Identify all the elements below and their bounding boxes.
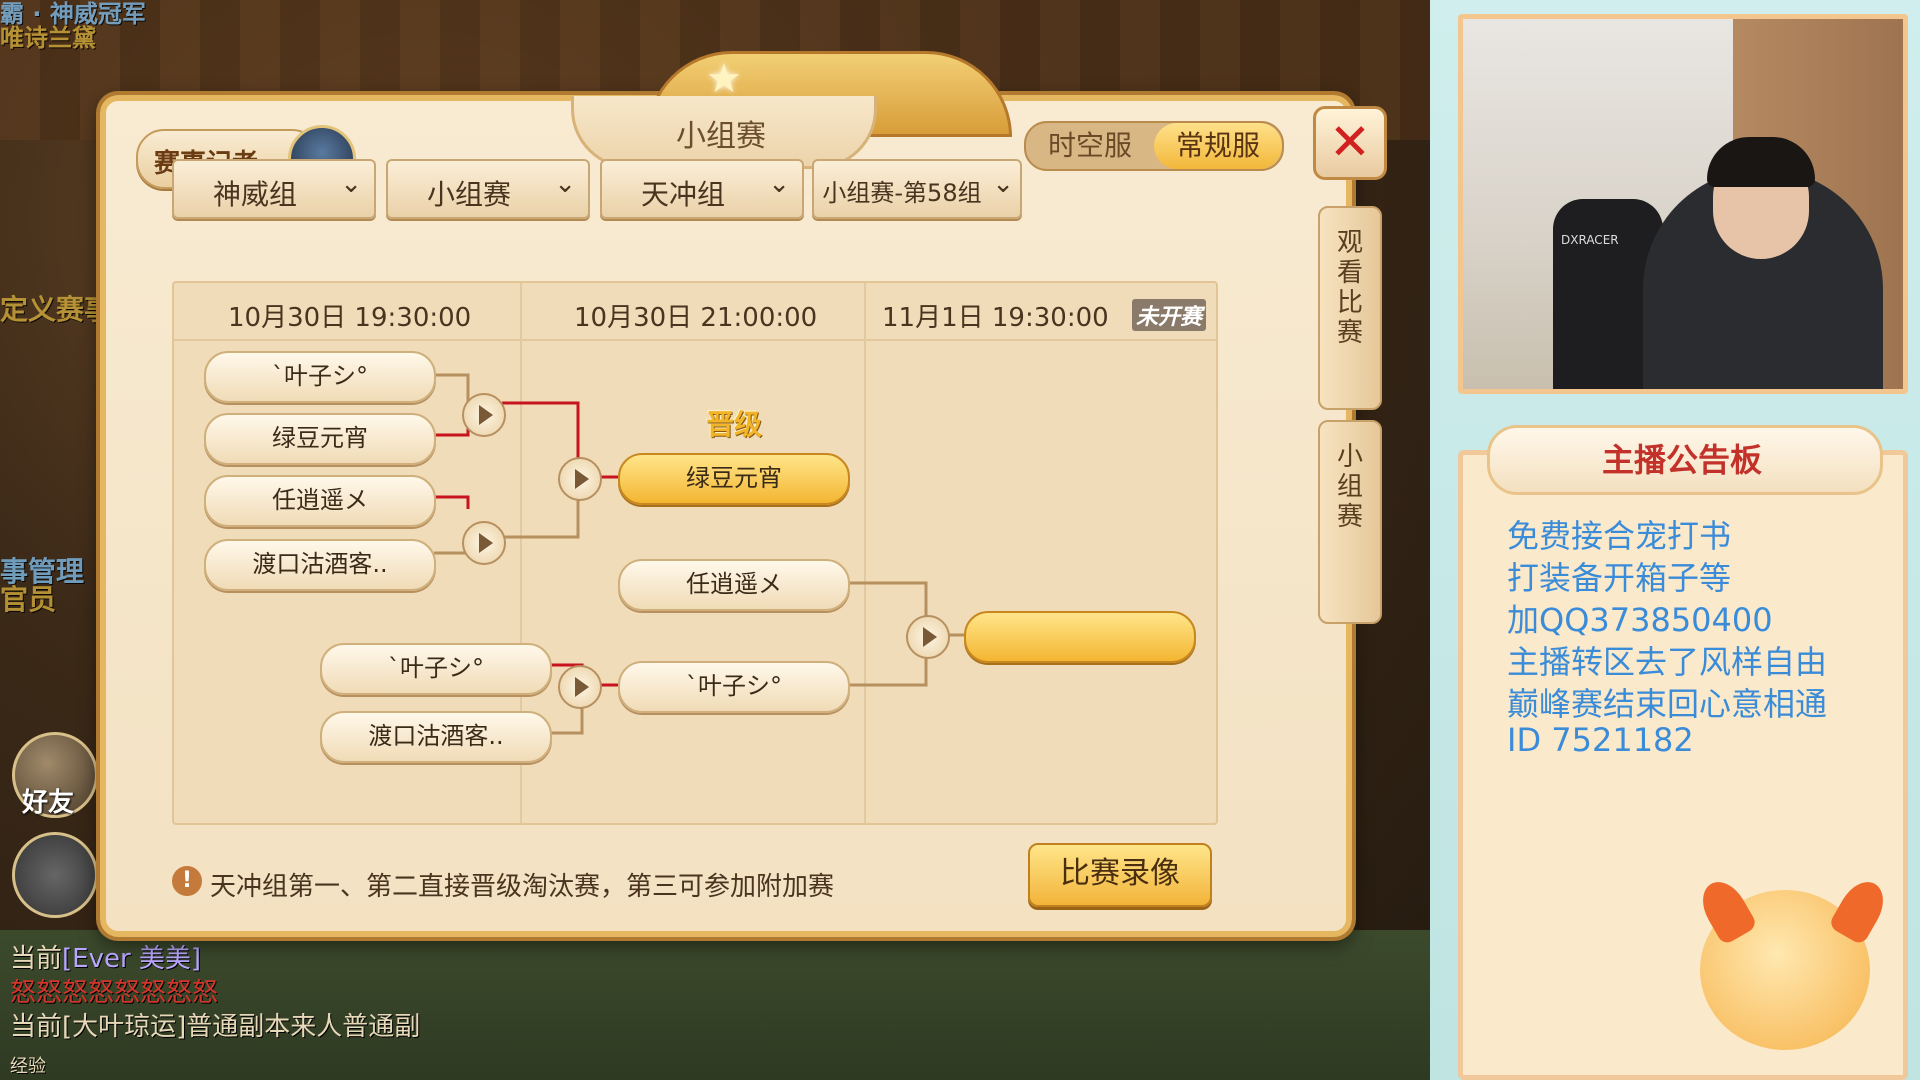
info-text: 天冲组第一、第二直接晋级淘汰赛，第三可参加附加赛: [210, 872, 835, 902]
server-option-regular[interactable]: 常规服: [1154, 123, 1282, 169]
bracket-dropdown[interactable]: 小组赛-第58组 ⌄: [812, 159, 1022, 219]
info-icon: !: [172, 866, 202, 896]
chevron-down-icon: ⌄: [992, 169, 1014, 199]
server-option-spacetime[interactable]: 时空服: [1026, 123, 1154, 169]
board-line: 主播转区去了风样自由: [1507, 643, 1828, 681]
team-slot-promoted[interactable]: 绿豆元宵: [618, 453, 850, 505]
bracket-dropdown-label: 小组赛-第58组: [822, 179, 982, 207]
team-slot[interactable]: 任逍遥メ: [204, 475, 436, 527]
server-toggle[interactable]: 时空服 常规服: [1024, 121, 1284, 171]
left-label-officer: 官员: [0, 583, 57, 616]
match-replay-button[interactable]: 比赛录像: [1028, 843, 1212, 907]
chevron-down-icon: ⌄: [554, 169, 576, 199]
play-replay-icon[interactable]: [558, 457, 602, 501]
team-slot[interactable]: 任逍遥メ: [618, 559, 850, 611]
team-slot[interactable]: `叶子シ°: [618, 661, 850, 713]
board-title: 主播公告板: [1601, 441, 1762, 479]
chevron-down-icon: ⌄: [340, 169, 362, 199]
board-line: 免费接合宠打书: [1507, 517, 1732, 555]
left-label-define-event: 定义赛事: [0, 293, 113, 326]
group-dropdown-label: 神威组: [212, 178, 297, 211]
team-slot[interactable]: 渡口沽酒客..: [320, 711, 552, 763]
group-dropdown[interactable]: 神威组 ⌄: [172, 159, 376, 219]
team-slot[interactable]: `叶子シ°: [320, 643, 552, 695]
subgroup-dropdown[interactable]: 天冲组 ⌄: [600, 159, 804, 219]
exp-label: 经验: [10, 1056, 46, 1077]
play-replay-icon[interactable]: [558, 665, 602, 709]
chevron-down-icon: ⌄: [768, 169, 790, 199]
stage-dropdown-label: 小组赛: [426, 178, 511, 211]
tournament-panel: ★ 小组赛 赛事记者 时空服 常规服 神威组 ⌄ 小组赛 ⌄ 天冲组 ⌄ 小组赛…: [100, 51, 1352, 937]
board-line: 巅峰赛结束回心意相通: [1507, 685, 1828, 723]
team-slot[interactable]: `叶子シ°: [204, 351, 436, 403]
webcam-feed: DXRACER: [1458, 14, 1908, 394]
tab-group-stage[interactable]: 小组赛: [1318, 420, 1382, 624]
subgroup-dropdown-label: 天冲组: [640, 178, 725, 211]
tab-group-stage-label: 小组赛: [1336, 442, 1363, 532]
tab-watch-match[interactable]: 观看比赛: [1318, 206, 1382, 410]
bracket-area: 10月30日 19:30:00 10月30日 21:00:00 11月1日 19…: [172, 281, 1218, 825]
board-line: 打装备开箱子等: [1507, 559, 1732, 597]
final-slot[interactable]: [964, 611, 1196, 663]
play-replay-icon[interactable]: [462, 521, 506, 565]
board-line: 加QQ373850400: [1507, 601, 1773, 639]
chat-line-2: 怒怒怒怒怒怒怒怒: [10, 978, 219, 1008]
stage-dropdown[interactable]: 小组赛 ⌄: [386, 159, 590, 219]
tab-watch-match-label: 观看比赛: [1336, 228, 1363, 348]
chat-line-1: 当前[Ever 美美]: [10, 944, 202, 974]
team-slot[interactable]: 绿豆元宵: [204, 413, 436, 465]
top-banner-sub: 唯诗兰黛: [0, 24, 96, 52]
chat-line-3: 当前[大叶琼运]普通副本来人普通副: [10, 1012, 421, 1042]
friends-label: 好友: [22, 788, 75, 818]
board-line: ID 7521182: [1507, 721, 1694, 759]
close-icon[interactable]: ✕: [1313, 106, 1387, 180]
promote-label: 晋级: [706, 408, 763, 441]
team-slot[interactable]: 渡口沽酒客..: [204, 539, 436, 591]
page-title: 小组赛: [676, 119, 766, 154]
chair-brand: DXRACER: [1561, 233, 1619, 247]
play-replay-icon[interactable]: [906, 615, 950, 659]
chat-bubble-icon[interactable]: [12, 832, 98, 918]
play-replay-icon[interactable]: [462, 393, 506, 437]
